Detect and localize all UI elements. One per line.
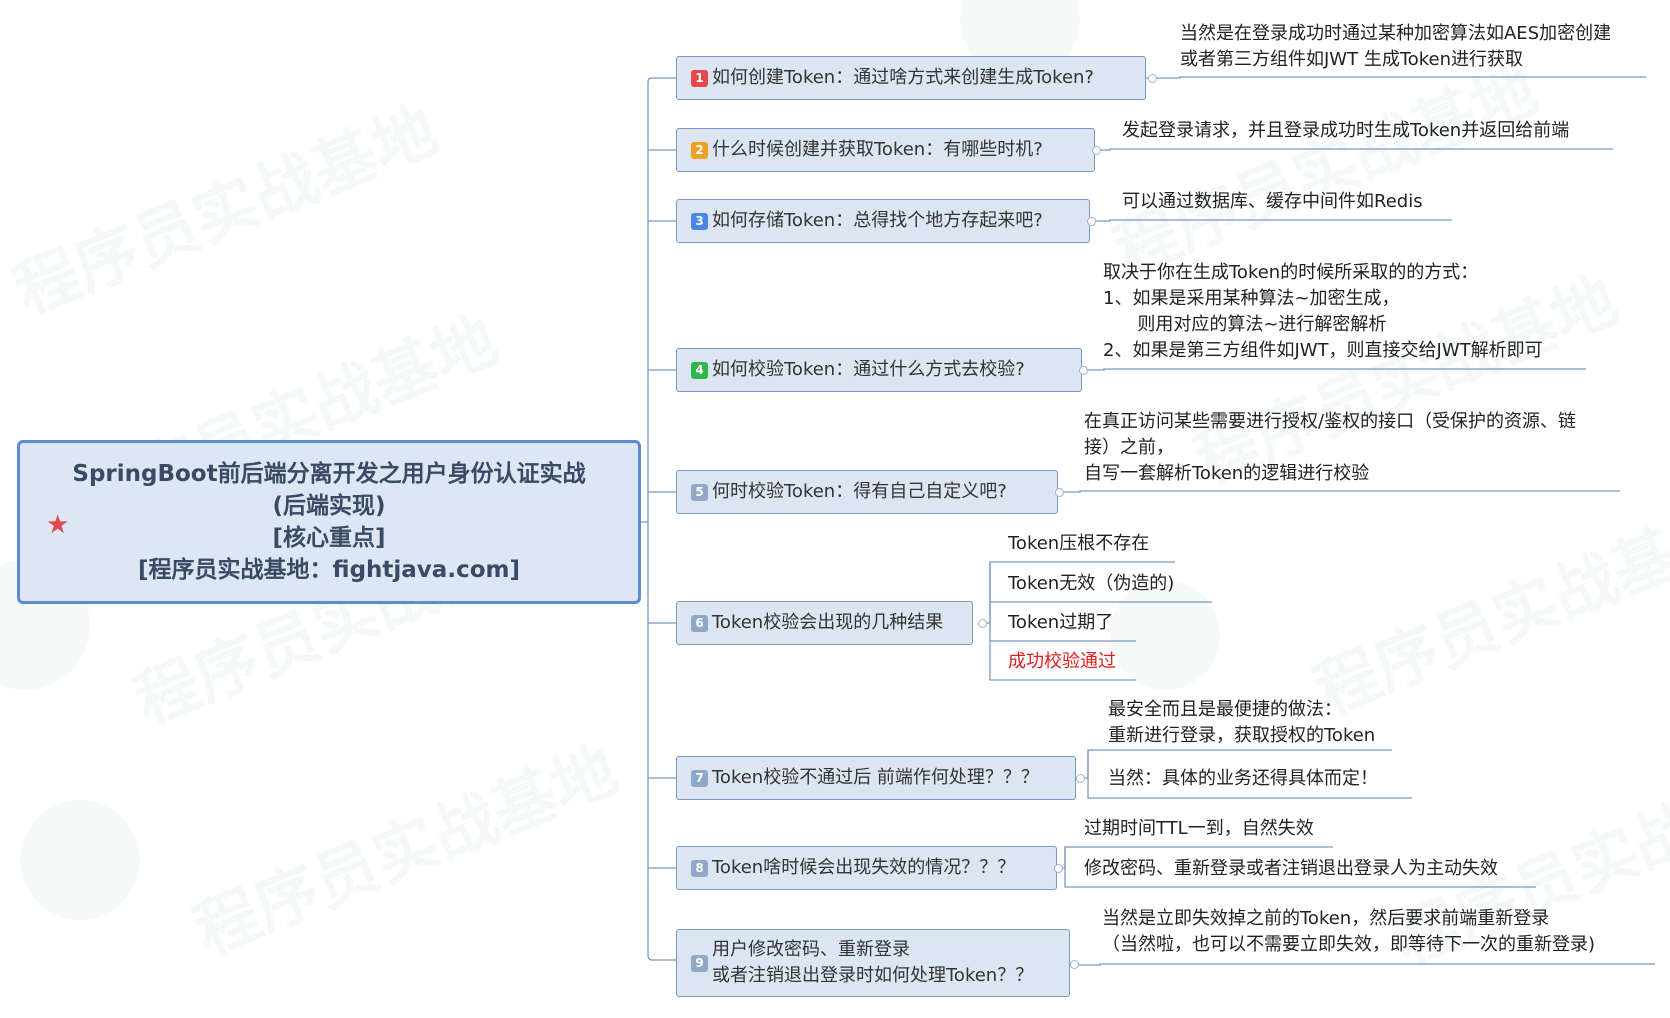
collapse-toggle-icon[interactable]	[1092, 146, 1101, 155]
badge-8-icon: 8	[691, 859, 708, 877]
topic-3-label: 如何存储Token：总得找个地方存起来吧?	[712, 210, 1043, 231]
star-icon: ★	[46, 510, 70, 540]
note-9-line-1: 当然是立即失效掉之前的Token，然后要求前端重新登录	[1102, 908, 1550, 929]
root-title-line-1: SpringBoot前后端分离开发之用户身份认证实战	[72, 461, 586, 487]
result-not-exist: Token压根不存在	[1008, 533, 1150, 554]
topic-8[interactable]: 8 Token啥时候会出现失效的情况？？？	[676, 846, 1057, 890]
topic-3[interactable]: 3 如何存储Token：总得找个地方存起来吧?	[676, 199, 1090, 243]
topic-8-label: Token啥时候会出现失效的情况？？？	[712, 857, 1016, 878]
topic-9-label-line-1: 用户修改密码、重新登录	[712, 939, 910, 960]
note-4-line-3: 则用对应的算法~进行解密解析	[1103, 314, 1387, 335]
note-8a-line-1: 过期时间TTL一到，自然失效	[1084, 818, 1314, 839]
topic-9[interactable]: 9 用户修改密码、重新登录 或者注销退出登录时如何处理Token？？	[676, 929, 1070, 997]
badge-6-icon: 6	[691, 614, 708, 632]
connector-topic-1	[641, 77, 676, 523]
topic-9-label-line-2: 或者注销退出登录时如何处理Token？？	[712, 965, 1034, 986]
note-4: 取决于你在生成Token的时候所采取的的方式： 1、如果是采用某种算法~加密生成…	[1103, 260, 1543, 364]
connector-note-1	[1146, 76, 1646, 79]
note-1: 当然是在登录成功时通过某种加密算法如AES加密创建 或者第三方组件如JWT 生成…	[1180, 21, 1611, 73]
topic-7[interactable]: 7 Token校验不通过后 前端作何处理？？？	[676, 756, 1076, 800]
collapse-toggle-icon[interactable]	[1070, 960, 1079, 969]
topic-6-label: Token校验会出现的几种结果	[712, 612, 944, 633]
note-5-line-1: 在真正访问某些需要进行授权/鉴权的接口（受保护的资源、链	[1084, 411, 1577, 432]
result-expired: Token过期了	[1008, 612, 1114, 633]
note-8b-line-1: 修改密码、重新登录或者注销退出登录人为主动失效	[1084, 858, 1498, 879]
note-9: 当然是立即失效掉之前的Token，然后要求前端重新登录 （当然啦，也可以不需要立…	[1102, 906, 1595, 958]
note-6c: Token过期了	[1008, 610, 1113, 636]
topic-6[interactable]: 6 Token校验会出现的几种结果	[676, 601, 973, 645]
collapse-toggle-icon[interactable]	[978, 619, 987, 628]
badge-5-icon: 5	[691, 483, 708, 501]
badge-9-icon: 9	[691, 954, 708, 972]
connector-note-2	[1095, 148, 1613, 151]
note-4-line-1: 取决于你在生成Token的时候所采取的的方式：	[1103, 262, 1479, 283]
note-6d: 成功校验通过	[1008, 649, 1116, 675]
connector-note-4	[1082, 368, 1586, 371]
note-5-line-2: 接）之前，	[1084, 437, 1174, 458]
note-7b-line-1: 当然：具体的业务还得具体而定！	[1108, 768, 1378, 789]
note-1-line-2: 或者第三方组件如JWT 生成Token进行获取	[1180, 49, 1524, 70]
note-7a: 最安全而且是最便捷的做法： 重新进行登录，获取授权的Token	[1108, 697, 1375, 749]
badge-7-icon: 7	[691, 769, 708, 787]
note-2: 发起登录请求，并且登录成功时生成Token并返回给前端	[1122, 118, 1569, 144]
badge-2-icon: 2	[691, 141, 708, 159]
topic-2-label: 什么时候创建并获取Token：有哪些时机?	[712, 139, 1043, 160]
collapse-toggle-icon[interactable]	[1055, 488, 1064, 497]
badge-3-icon: 3	[691, 212, 708, 230]
note-7a-line-1: 最安全而且是最便捷的做法：	[1108, 699, 1342, 720]
note-8a: 过期时间TTL一到，自然失效	[1084, 816, 1314, 842]
note-7a-line-2: 重新进行登录，获取授权的Token	[1108, 725, 1376, 746]
note-6a: Token压根不存在	[1008, 531, 1149, 557]
topic-4-label: 如何校验Token：通过什么方式去校验?	[712, 359, 1025, 380]
note-2-line-1: 发起登录请求，并且登录成功时生成Token并返回给前端	[1122, 120, 1570, 141]
connector-topic-9	[647, 522, 676, 961]
note-3: 可以通过数据库、缓存中间件如Redis	[1122, 189, 1423, 215]
note-4-line-4: 2、如果是第三方组件如JWT，则直接交给JWT解析即可	[1103, 340, 1543, 361]
badge-4-icon: 4	[691, 361, 708, 379]
topic-9-label: 用户修改密码、重新登录 或者注销退出登录时如何处理Token？？	[712, 937, 1033, 989]
note-5: 在真正访问某些需要进行授权/鉴权的接口（受保护的资源、链 接）之前， 自写一套解…	[1084, 409, 1576, 487]
connector-note-9	[1074, 963, 1655, 966]
connector-note-5	[1058, 490, 1620, 493]
note-4-line-2: 1、如果是采用某种算法~加密生成，	[1103, 288, 1400, 309]
result-invalid: Token无效（伪造的)	[1008, 573, 1175, 594]
root-title-line-4: [程序员实战基地：fightjava.com]	[138, 557, 520, 583]
topic-2[interactable]: 2 什么时候创建并获取Token：有哪些时机?	[676, 128, 1095, 172]
connector-note-3	[1090, 219, 1452, 222]
note-9-line-2: （当然啦，也可以不需要立即失效，即等待下一次的重新登录)	[1102, 934, 1596, 955]
badge-1-icon: 1	[691, 69, 708, 87]
root-topic[interactable]: SpringBoot前后端分离开发之用户身份认证实战 (后端实现) [核心重点]…	[17, 440, 641, 604]
root-title-line-2: (后端实现)	[272, 493, 386, 519]
collapse-toggle-icon[interactable]	[1148, 74, 1157, 83]
note-6b: Token无效（伪造的)	[1008, 571, 1174, 597]
topic-7-label: Token校验不通过后 前端作何处理？？？	[712, 767, 1039, 788]
note-5-line-3: 自写一套解析Token的逻辑进行校验	[1084, 463, 1370, 484]
collapse-toggle-icon[interactable]	[1076, 774, 1085, 783]
collapse-toggle-icon[interactable]	[1054, 864, 1063, 873]
root-title-line-3: [核心重点]	[272, 525, 386, 551]
note-3-line-1: 可以通过数据库、缓存中间件如Redis	[1122, 191, 1423, 212]
topic-1-label: 如何创建Token：通过啥方式来创建生成Token?	[712, 67, 1094, 88]
topic-1[interactable]: 1 如何创建Token：通过啥方式来创建生成Token?	[676, 56, 1146, 100]
result-success: 成功校验通过	[1008, 651, 1116, 672]
topic-5-label: 何时校验Token：得有自己自定义吧?	[712, 481, 1007, 502]
topic-5[interactable]: 5 何时校验Token：得有自己自定义吧?	[676, 470, 1058, 514]
note-1-line-1: 当然是在登录成功时通过某种加密算法如AES加密创建	[1180, 23, 1612, 44]
collapse-toggle-icon[interactable]	[1087, 217, 1096, 226]
collapse-toggle-icon[interactable]	[1079, 366, 1088, 375]
note-8b: 修改密码、重新登录或者注销退出登录人为主动失效	[1084, 856, 1498, 882]
topic-4[interactable]: 4 如何校验Token：通过什么方式去校验?	[676, 348, 1082, 392]
note-7b: 当然：具体的业务还得具体而定！	[1108, 766, 1378, 792]
